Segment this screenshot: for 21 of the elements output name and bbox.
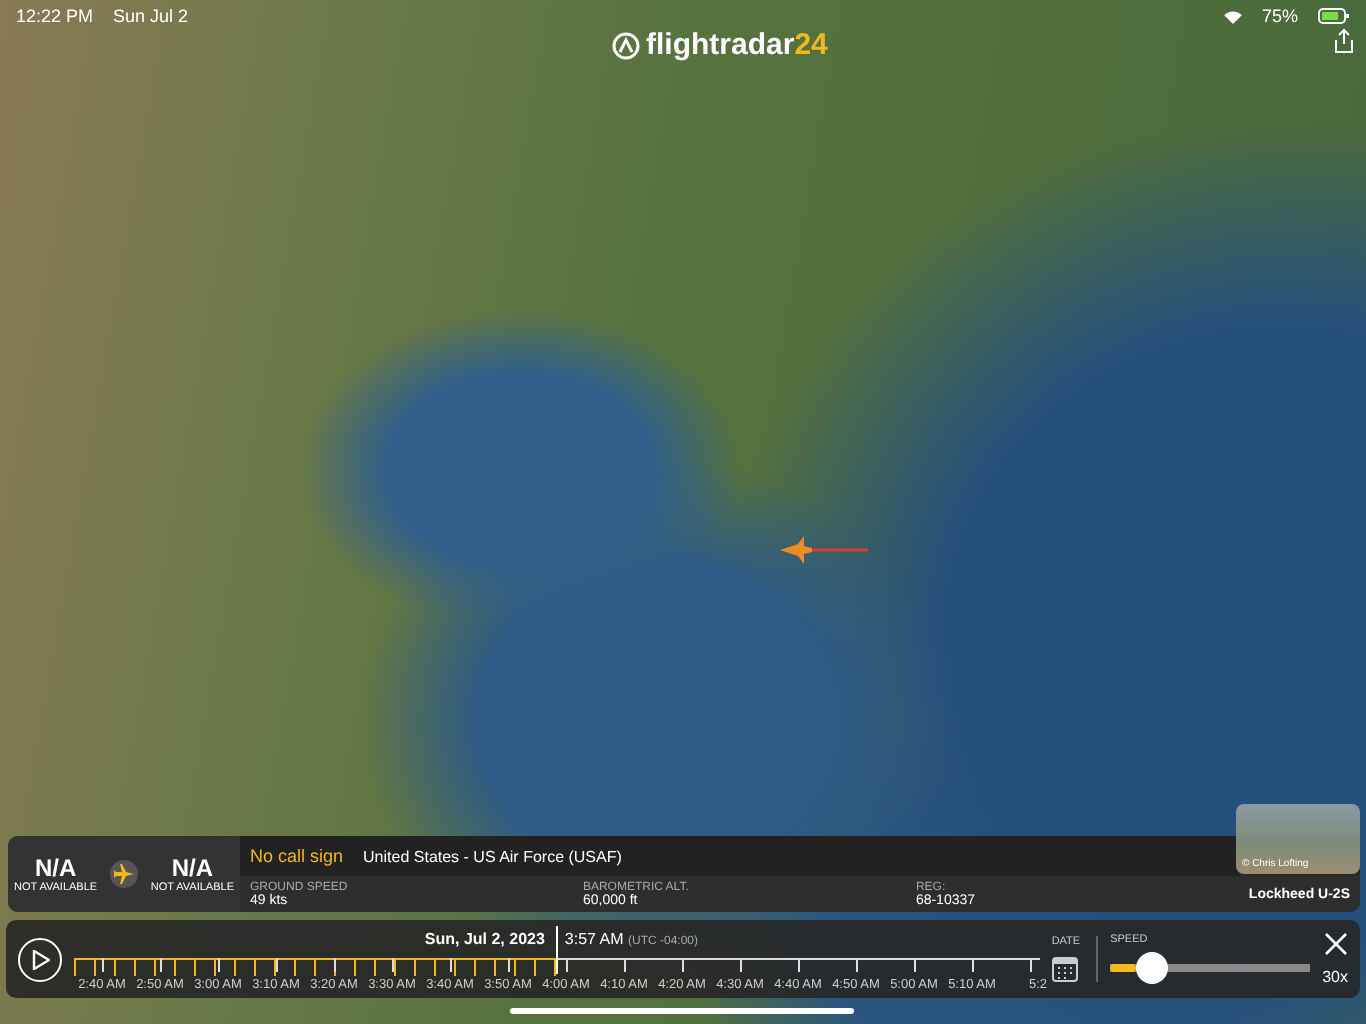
- play-button[interactable]: [18, 937, 62, 981]
- destination-code: N/A: [171, 854, 214, 882]
- battery-percent: 75%: [1261, 6, 1298, 26]
- app-logo: flightradar24: [612, 28, 828, 62]
- close-button[interactable]: [1324, 932, 1348, 956]
- aircraft-marker-icon[interactable]: [780, 536, 872, 564]
- speed-value: 30x: [1322, 968, 1348, 986]
- status-date: Sun Jul 2: [113, 6, 189, 26]
- calendar-icon[interactable]: [1052, 956, 1079, 982]
- play-icon: [31, 949, 49, 969]
- airplane-icon: [110, 860, 138, 888]
- operator-text: United States - US Air Force (USAF): [363, 847, 622, 865]
- origin-code: N/A: [34, 854, 77, 882]
- slider-thumb[interactable]: [1135, 952, 1168, 984]
- status-time: 12:22 PM: [16, 6, 94, 26]
- wifi-icon: [1223, 9, 1242, 23]
- share-button[interactable]: [1334, 28, 1354, 54]
- battery-icon: [1318, 8, 1350, 24]
- callsign-text: No call sign: [250, 846, 344, 866]
- time-cursor[interactable]: [556, 925, 559, 973]
- playback-date: Sun, Jul 2, 2023: [424, 929, 545, 947]
